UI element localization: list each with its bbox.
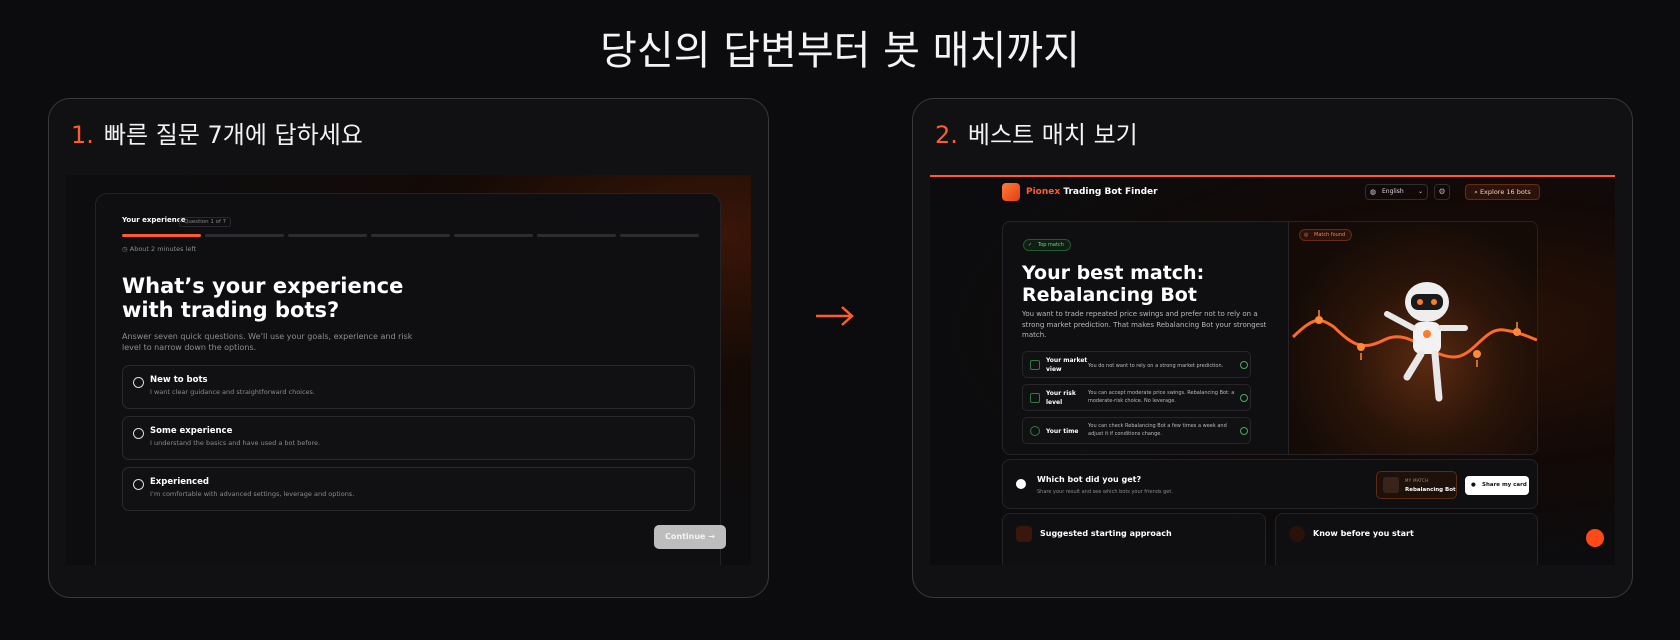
- factor-time: Your time You can check Rebalancing Bot …: [1022, 417, 1251, 444]
- progress-segment: [371, 234, 450, 237]
- gear-icon: ⚙: [1438, 187, 1446, 196]
- top-match-badge: ✓ Top match: [1023, 239, 1071, 251]
- option-new-to-bots[interactable]: New to bots I want clear guidance and st…: [122, 365, 695, 409]
- factor-desc: You do not want to rely on a strong mark…: [1088, 363, 1224, 369]
- section-label: Your experience: [122, 216, 186, 224]
- match-details: ✓ Top match Your best match: Rebalancing …: [1003, 222, 1288, 454]
- radio-icon: [133, 479, 144, 490]
- question-description: Answer seven quick questions. We’ll use …: [122, 332, 413, 352]
- clock-icon: ◷: [122, 245, 128, 253]
- question-heading: What’s your experience with trading bots…: [122, 274, 404, 322]
- option-title: Some experience: [150, 426, 233, 436]
- settings-button[interactable]: ⚙: [1434, 184, 1450, 200]
- question-counter: Question 1 of 7: [179, 217, 232, 227]
- match-headline: Your best match: Rebalancing Bot: [1022, 262, 1205, 306]
- factor-label: Your risk level: [1046, 390, 1076, 406]
- time-left: ◷ About 2 minutes left: [122, 245, 196, 253]
- option-experienced[interactable]: Experienced I’m comfortable with advance…: [122, 467, 695, 511]
- factor-desc: You can accept moderate price swings. Re…: [1088, 390, 1235, 404]
- continue-button[interactable]: Continue →: [654, 525, 726, 549]
- card-title: Know before you start: [1313, 529, 1414, 538]
- accent-line: [930, 175, 1615, 177]
- globe-icon: ◍: [1370, 188, 1377, 196]
- card-title: Suggested starting approach: [1040, 529, 1172, 538]
- check-circle-icon: ✓: [1028, 242, 1033, 248]
- step-panel-questions: 1. 빠른 질문 7개에 답하세요 Your experience Questio…: [48, 98, 769, 598]
- radio-icon: [133, 377, 144, 388]
- badge-text: Top match: [1038, 242, 1064, 248]
- explore-bots-button[interactable]: ⌕ Explore 16 bots: [1465, 184, 1540, 200]
- clock-icon: [1030, 426, 1040, 436]
- my-match-value: Rebalancing Bot: [1405, 487, 1456, 493]
- check-icon: [1240, 361, 1248, 369]
- language-value: English: [1382, 188, 1404, 195]
- step-number: 2.: [935, 121, 958, 149]
- progress-segment: [288, 234, 367, 237]
- option-desc: I’m comfortable with advanced settings, …: [150, 490, 355, 498]
- option-desc: I want clear guidance and straightforwar…: [150, 388, 316, 396]
- check-icon: [1240, 427, 1248, 435]
- step-panel-best-match: 2. 베스트 매치 보기 Pionex Trading Bot Finder ◍ …: [912, 98, 1633, 598]
- explore-label: Explore 16 bots: [1479, 188, 1531, 196]
- share-desc: Share your result and see which bots you…: [1037, 489, 1173, 495]
- robot-avatar-icon: [1383, 477, 1399, 493]
- check-icon: [1240, 394, 1248, 402]
- option-desc: I understand the basics and have used a …: [150, 439, 321, 447]
- step-label: 빠른 질문 7개에 답하세요: [103, 121, 363, 149]
- page-title: 당신의 답변부터 봇 매치까지: [600, 28, 1080, 74]
- progress-bar: [122, 234, 699, 237]
- factor-label: Your market view: [1046, 357, 1088, 373]
- progress-segment: [454, 234, 533, 237]
- starting-approach-card: Suggested starting approach: [1002, 513, 1266, 565]
- chat-icon[interactable]: [1586, 529, 1604, 547]
- share-icon: ●: [1471, 482, 1476, 488]
- step-heading: 1. 빠른 질문 7개에 답하세요: [71, 115, 363, 150]
- app-brand: Pionex Trading Bot Finder: [1026, 187, 1158, 197]
- result-screenshot: Pionex Trading Bot Finder ◍ English ⌄ ⚙ …: [930, 175, 1615, 565]
- match-illustration: ◎ Match found: [1288, 222, 1537, 454]
- progress-segment: [122, 234, 201, 237]
- time-left-text: About 2 minutes left: [129, 245, 197, 253]
- robot-illustration: [1291, 282, 1537, 402]
- pionex-logo: [1002, 183, 1020, 201]
- progress-segment: [205, 234, 284, 237]
- match-summary: You want to trade repeated price swings …: [1022, 310, 1267, 339]
- option-some-experience[interactable]: Some experience I understand the basics …: [122, 416, 695, 460]
- option-title: Experienced: [150, 477, 209, 487]
- step-label: 베스트 매치 보기: [967, 121, 1138, 149]
- check-circle-icon: [1016, 479, 1026, 489]
- chart-icon: [1030, 360, 1040, 370]
- best-match-card: ✓ Top match Your best match: Rebalancing …: [1002, 221, 1538, 455]
- share-card-button[interactable]: ● Share my card: [1465, 476, 1529, 495]
- my-match-label: MY MATCH: [1405, 478, 1429, 483]
- option-title: New to bots: [150, 375, 208, 385]
- language-select[interactable]: ◍ English ⌄: [1365, 184, 1428, 200]
- radio-icon: [133, 428, 144, 439]
- app-name: Trading Bot Finder: [1063, 187, 1158, 197]
- factor-market-view: Your market view You do not want to rely…: [1022, 351, 1251, 378]
- shield-icon: [1030, 393, 1040, 403]
- quiz-screenshot: Your experience Question 1 of 7 ◷ About …: [66, 175, 751, 565]
- brand-name: Pionex: [1026, 187, 1061, 197]
- step-number: 1.: [71, 121, 94, 149]
- factor-risk-level: Your risk level You can accept moderate …: [1022, 384, 1251, 411]
- factor-label: Your time: [1046, 428, 1079, 435]
- share-button-label: Share my card: [1482, 482, 1527, 488]
- share-title: Which bot did you get?: [1037, 475, 1142, 484]
- share-card: Which bot did you get? Share your result…: [1002, 459, 1538, 509]
- chevron-down-icon: ⌄: [1417, 188, 1423, 195]
- progress-segment: [537, 234, 616, 237]
- factor-desc: You can check Rebalancing Bot a few time…: [1088, 423, 1227, 437]
- my-match-chip: MY MATCH Rebalancing Bot: [1376, 471, 1457, 499]
- arrow-right-icon: [816, 306, 854, 326]
- progress-segment: [620, 234, 699, 237]
- step-heading: 2. 베스트 매치 보기: [935, 115, 1138, 150]
- search-icon: ⌕: [1474, 188, 1478, 196]
- quiz-card: Your experience Question 1 of 7 ◷ About …: [95, 193, 726, 565]
- graduation-cap-icon: [1016, 526, 1032, 542]
- know-before-card: Know before you start: [1275, 513, 1538, 565]
- alert-icon: [1289, 526, 1305, 542]
